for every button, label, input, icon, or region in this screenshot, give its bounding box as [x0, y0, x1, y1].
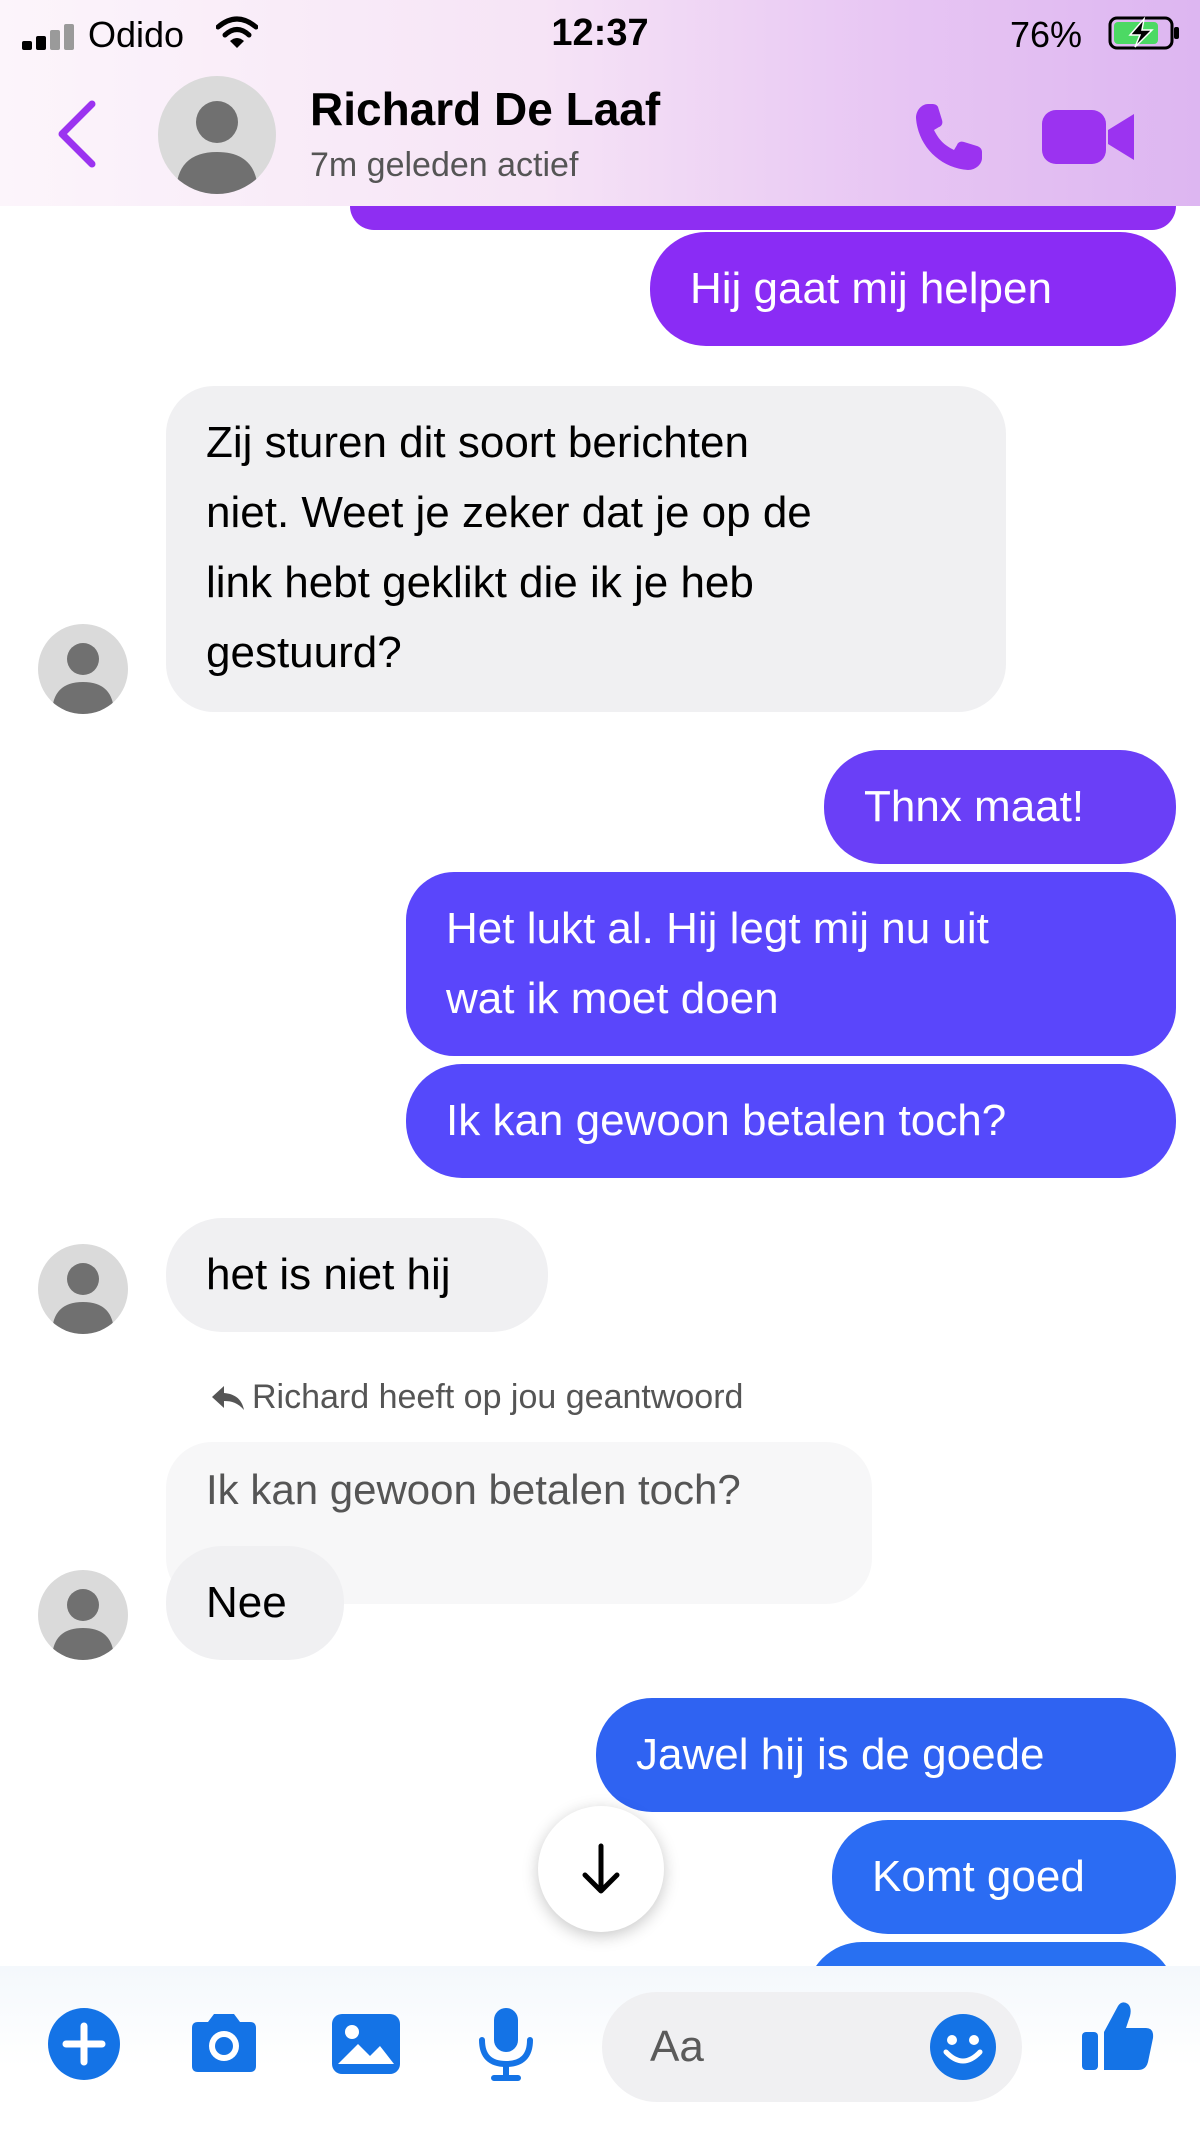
default-avatar-icon: [52, 1589, 114, 1660]
message-text-line: gestuurd?: [206, 628, 402, 677]
message-composer: Aa: [0, 1966, 1200, 2134]
message-text: Ik kan gewoon betalen toch?: [446, 1096, 1007, 1145]
contact-active-status: 7m geleden actief: [310, 146, 579, 184]
contact-avatar[interactable]: [158, 76, 276, 194]
message-bubble-outgoing[interactable]: [350, 206, 1176, 230]
camera-icon[interactable]: [184, 2004, 264, 2084]
sender-avatar[interactable]: [38, 1244, 128, 1334]
reply-indicator-text: Richard heeft op jou geantwoord: [252, 1378, 744, 1416]
video-camera-icon[interactable]: [1040, 106, 1136, 168]
message-text-line: niet. Weet je zeker dat je op de: [206, 488, 812, 537]
default-avatar-icon: [176, 101, 258, 194]
message-bubble-outgoing[interactable]: [806, 1942, 1176, 1966]
battery-percentage: 76%: [1010, 14, 1083, 55]
message-bubble-incoming[interactable]: het is niet hij: [166, 1218, 548, 1332]
image-icon[interactable]: [326, 2004, 406, 2084]
status-bar: Odido 12:37 76%: [0, 0, 1200, 66]
arrow-down-icon: [582, 1843, 620, 1894]
emoji-icon[interactable]: [928, 2012, 998, 2082]
default-avatar-icon: [52, 1263, 114, 1334]
microphone-icon[interactable]: [466, 2004, 546, 2084]
thumbs-up-icon[interactable]: [1078, 1996, 1158, 2076]
message-input[interactable]: Aa: [602, 1992, 1022, 2102]
message-text-line: wat ik moet doen: [446, 974, 779, 1023]
message-thread[interactable]: Hij gaat mij helpen Zij sturen dit soort…: [0, 206, 1200, 1966]
contact-name[interactable]: Richard De Laaf: [310, 82, 660, 136]
message-input-placeholder: Aa: [650, 2022, 704, 2071]
battery-charging-icon: [1108, 16, 1179, 50]
message-text: Komt goed: [872, 1852, 1085, 1901]
message-text-line: Zij sturen dit soort berichten: [206, 418, 749, 467]
message-bubble-outgoing[interactable]: Komt goed: [832, 1820, 1176, 1934]
message-text: Thnx maat!: [864, 782, 1085, 831]
scroll-to-bottom-button[interactable]: [538, 1806, 664, 1932]
message-bubble-outgoing[interactable]: Jawel hij is de goede: [596, 1698, 1176, 1812]
quoted-message-text: Ik kan gewoon betalen toch?: [206, 1466, 741, 1513]
message-bubble-outgoing[interactable]: Hij gaat mij helpen: [650, 232, 1176, 346]
chevron-left-icon[interactable]: [48, 96, 108, 172]
reply-indicator: Richard heeft op jou geantwoord: [210, 1378, 743, 1417]
message-text: Hij gaat mij helpen: [690, 264, 1052, 313]
message-bubble-outgoing[interactable]: Ik kan gewoon betalen toch?: [406, 1064, 1176, 1178]
message-text: Nee: [206, 1578, 287, 1627]
plus-circle-icon[interactable]: [44, 2004, 124, 2084]
message-bubble-incoming[interactable]: Zij sturen dit soort berichten niet. Wee…: [166, 386, 1006, 712]
default-avatar-icon: [52, 643, 114, 714]
message-text-line: Het lukt al. Hij legt mij nu uit: [446, 904, 989, 953]
phone-icon[interactable]: [908, 98, 988, 178]
message-bubble-outgoing[interactable]: Het lukt al. Hij legt mij nu uit wat ik …: [406, 872, 1176, 1056]
reply-arrow-icon: [212, 1386, 244, 1410]
message-text-line: link hebt geklikt die ik je heb: [206, 558, 754, 607]
sender-avatar[interactable]: [38, 624, 128, 714]
top-bar: Odido 12:37 76% Richard De Laaf 7m geled…: [0, 0, 1200, 206]
message-text: Jawel hij is de goede: [636, 1730, 1045, 1779]
sender-avatar[interactable]: [38, 1570, 128, 1660]
message-bubble-outgoing[interactable]: Thnx maat!: [824, 750, 1176, 864]
message-text: het is niet hij: [206, 1250, 451, 1299]
message-bubble-incoming[interactable]: Nee: [166, 1546, 344, 1660]
